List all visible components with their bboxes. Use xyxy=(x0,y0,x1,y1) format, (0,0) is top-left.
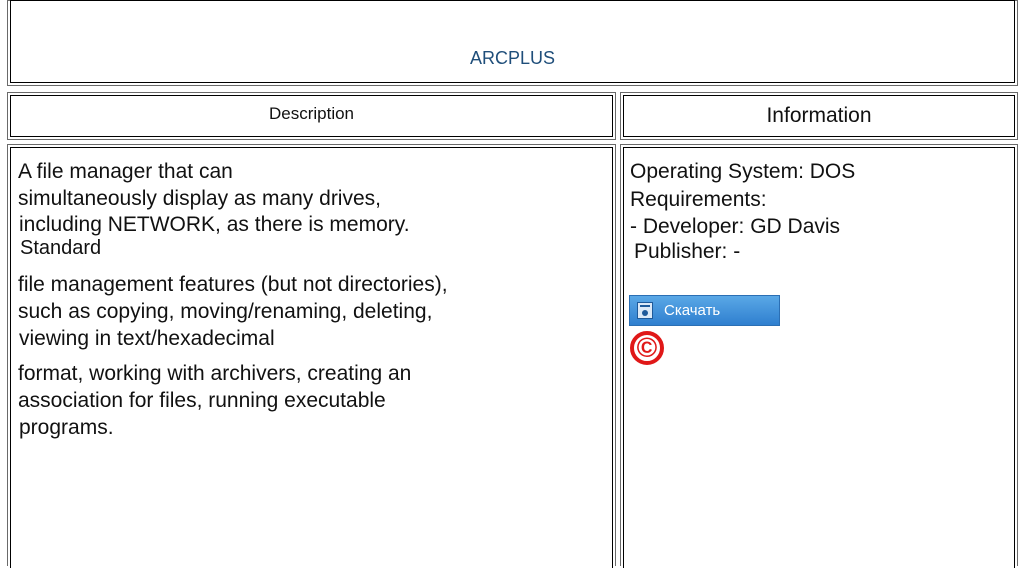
description-header-cell: Description xyxy=(7,92,616,140)
information-cell: Operating System: DOS Requirements: - De… xyxy=(620,144,1018,568)
copyright-symbol: © xyxy=(636,332,658,363)
copyright-icon: © xyxy=(630,331,664,365)
os-info: Operating System: DOS xyxy=(630,160,856,183)
description-line: file management features (but not direct… xyxy=(18,273,448,296)
description-header: Description xyxy=(268,104,355,123)
download-label: Скачать xyxy=(664,302,721,319)
description-line: Standard xyxy=(20,237,102,259)
information-header: Information xyxy=(766,104,872,127)
description-line: programs. xyxy=(19,416,114,439)
requirements-info: Requirements: xyxy=(630,188,767,211)
download-icon xyxy=(637,302,653,319)
title-panel: ARCPLUS xyxy=(7,0,1018,86)
description-line: A file manager that can xyxy=(18,160,233,183)
description-line: format, working with archivers, creating… xyxy=(18,362,412,385)
description-line: such as copying, moving/renaming, deleti… xyxy=(18,300,433,323)
download-button[interactable]: Скачать xyxy=(629,295,780,326)
description-cell: A file manager that can simultaneously d… xyxy=(7,144,616,568)
description-line: simultaneously display as many drives, xyxy=(18,187,381,210)
description-line: association for files, running executabl… xyxy=(18,389,386,412)
program-title: ARCPLUS xyxy=(469,48,556,68)
information-header-cell: Information xyxy=(620,92,1018,140)
description-line: including NETWORK, as there is memory. xyxy=(19,213,410,236)
description-line: viewing in text/hexadecimal xyxy=(19,327,275,350)
publisher-info: Publisher: - xyxy=(634,240,741,263)
developer-info: - Developer: GD Davis xyxy=(630,215,841,238)
